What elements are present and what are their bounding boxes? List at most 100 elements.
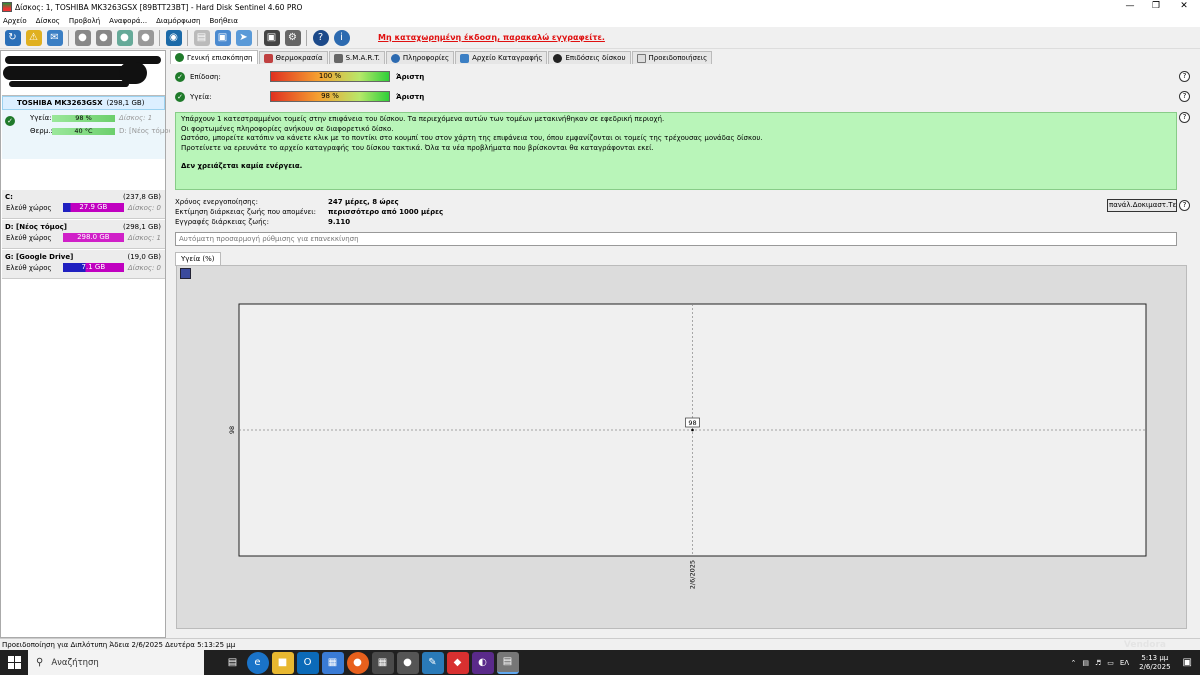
settings-icon[interactable]: ⚙ (284, 29, 301, 46)
disk-health-bar: 98 % (52, 114, 115, 122)
send-icon[interactable]: ➤ (235, 29, 252, 46)
battery-icon[interactable]: ▭ (1107, 659, 1114, 667)
store-icon[interactable]: ▦ (321, 651, 344, 674)
lifewrites-label: Εγγραφές διάρκειας ζωής: (175, 218, 270, 226)
volume-icon[interactable]: ♬ (1095, 659, 1101, 667)
vpn-icon[interactable]: ◐ (471, 651, 494, 674)
volume-size: (298,1 GB) (123, 223, 161, 231)
calculator-icon[interactable]: ▦ (371, 651, 394, 674)
tab-smart[interactable]: S.M.A.R.T. (328, 51, 385, 64)
help-icon[interactable]: ? (1179, 71, 1190, 82)
performance-rating: Άριστη (396, 72, 425, 81)
volume-free-bar: 298.0 GB (62, 233, 124, 242)
disk-app-icon[interactable]: ● (396, 651, 419, 674)
notification-icon[interactable]: ▣ (1183, 657, 1192, 668)
monitor-icon[interactable]: ▣ (263, 29, 280, 46)
window-title: Δίσκος: 1, TOSHIBA MK3263GSX [89BTT23BT]… (15, 2, 303, 12)
tab-information[interactable]: Πληροφορίες (385, 51, 455, 64)
disk-temp-label: Θερμ.: (30, 127, 53, 135)
message-bold: Δεν χρειάζεται καμία ενέργεια. (181, 162, 303, 170)
poweron-label: Χρόνος ενεργοποίησης: (175, 198, 259, 206)
minimize-button[interactable]: — (1116, 0, 1144, 14)
lifetime-label: Εκτίμηση διάρκειας ζωής που απομένει: (175, 208, 317, 216)
volume-c[interactable]: C: (237,8 GB) Ελεύθ χώρος 27.9 GB Δίσκος: 0 (2, 190, 165, 219)
mail-icon[interactable]: ✉ (46, 29, 63, 46)
menu-file[interactable]: Αρχείο (3, 17, 27, 25)
volume-name: G: [Google Drive] (5, 253, 74, 261)
anydesk-icon[interactable]: ◆ (446, 651, 469, 674)
message-line: Ωστόσο, μπορείτε κατόπιν να κάνετε κλικ … (181, 134, 763, 142)
tray-up-icon[interactable]: ⌃ (1070, 659, 1076, 667)
edge-icon[interactable]: e (246, 651, 269, 674)
menu-report[interactable]: Αναφορά... (109, 17, 147, 25)
volume-free-label: Ελεύθ χώρος (6, 263, 52, 272)
tab-log[interactable]: Αρχείο Καταγραφής (455, 51, 548, 64)
volume-disk-ref: Δίσκος: 1 (127, 233, 161, 242)
chart-tab-health[interactable]: Υγεία (%) (175, 252, 221, 266)
windows-start-icon[interactable] (0, 650, 28, 675)
tab-alerts[interactable]: Προειδοποιήσεις (631, 51, 713, 64)
volume-g[interactable]: G: [Google Drive] (19,0 GB) Ελεύθ χώρος 7.… (2, 250, 165, 279)
disk-test-icon[interactable]: ● (74, 29, 91, 46)
firefox-icon[interactable]: ● (346, 651, 369, 674)
alert-icon[interactable]: ⚠ (25, 29, 42, 46)
search-icon: ⚲ (36, 657, 44, 668)
health-label: Υγεία: (190, 92, 212, 101)
maximize-button[interactable]: ❐ (1142, 0, 1170, 14)
outlook-icon[interactable]: O (296, 651, 319, 674)
file-explorer-icon[interactable]: ■ (271, 651, 294, 674)
lifetime-value: περισσότερο από 1000 μέρες (328, 208, 444, 216)
help-icon[interactable]: ? (1179, 112, 1190, 123)
info-icon[interactable]: i (333, 29, 350, 46)
menu-configuration[interactable]: Διαμόρφωση (156, 17, 200, 25)
message-line: Οι φορτωμένες πληροφορίες ανήκουν σε δια… (181, 124, 394, 133)
menu-help[interactable]: Βοήθεια (209, 17, 238, 25)
performance-bar: 100 % (270, 71, 390, 82)
clock-date: 2/6/2025 (1139, 662, 1171, 671)
x-tick-label: 2/6/2025 (689, 560, 697, 589)
menu-view[interactable]: Προβολή (69, 17, 100, 25)
close-button[interactable]: ✕ (1170, 0, 1198, 14)
copy-icon[interactable]: ▣ (214, 29, 231, 46)
taskbar-search[interactable]: ⚲ Αναζήτηση (28, 650, 204, 675)
refresh-icon[interactable]: ↻ (4, 29, 21, 46)
search-placeholder: Αναζήτηση (51, 657, 99, 668)
volume-d[interactable]: D: [Νέος τόμος] (298,1 GB) Ελεύθ χώρος 298… (2, 220, 165, 249)
volume-disk-ref: Δίσκος: 0 (127, 263, 161, 272)
gauge-icon (553, 53, 563, 63)
disk-health-label: Υγεία: (30, 114, 52, 122)
report-icon[interactable]: ▤ (193, 29, 210, 46)
task-view-icon[interactable]: ▤ (222, 652, 244, 674)
hd-sentinel-task-icon[interactable]: ▤ (496, 651, 519, 674)
redaction-mark (9, 81, 129, 87)
toolbar-separator (306, 29, 307, 46)
volume-name: C: (5, 193, 13, 201)
menu-disk[interactable]: Δίσκος (36, 17, 60, 25)
disk-name: TOSHIBA MK3263GSX (17, 99, 103, 107)
language-indicator[interactable]: ΕΛ (1120, 659, 1129, 667)
clock[interactable]: 5:13 μμ 2/6/2025 (1139, 654, 1170, 672)
disk-tool-icon[interactable]: ● (137, 29, 154, 46)
tab-temperature[interactable]: Θερμοκρασία (258, 51, 328, 64)
test-button[interactable]: πανάλ.Δοκιμαστ.Τεστ (1107, 199, 1177, 212)
volume-free-label: Ελεύθ χώρος (6, 233, 52, 242)
surface-test-icon[interactable]: ● (95, 29, 112, 46)
health-ok-icon: ✓ (175, 91, 185, 102)
globe-icon[interactable]: ◉ (165, 29, 182, 46)
disk-entry[interactable]: TOSHIBA MK3263GSX (298,1 GB) ✓ Υγεία: 98… (2, 95, 175, 159)
network-icon[interactable]: ▤ (1082, 659, 1089, 667)
lifewrites-value: 9.110 (328, 218, 351, 226)
tab-performance[interactable]: Επιδόσεις δίσκου (548, 51, 631, 64)
disk-temp-bar: 40 °C (52, 127, 115, 135)
notepad-icon[interactable]: ✎ (421, 651, 444, 674)
help-icon[interactable]: ? (312, 29, 329, 46)
disk-check-icon[interactable]: ● (116, 29, 133, 46)
help-icon[interactable]: ? (1179, 91, 1190, 102)
performance-label: Επίδοση: (190, 72, 221, 81)
tab-overview[interactable]: Γενική επισκόπηση (170, 50, 258, 64)
register-warning-link[interactable]: Μη καταχωρημένη έκδοση, παρακαλώ εγγραφε… (378, 33, 605, 42)
auto-adjust-field[interactable]: Αυτόματη προσαρμογή ρύθμισης για επανεκκ… (175, 232, 1177, 246)
data-label: 98 (688, 419, 696, 427)
help-icon[interactable]: ? (1179, 200, 1190, 211)
health-rating: Άριστη (396, 92, 425, 101)
